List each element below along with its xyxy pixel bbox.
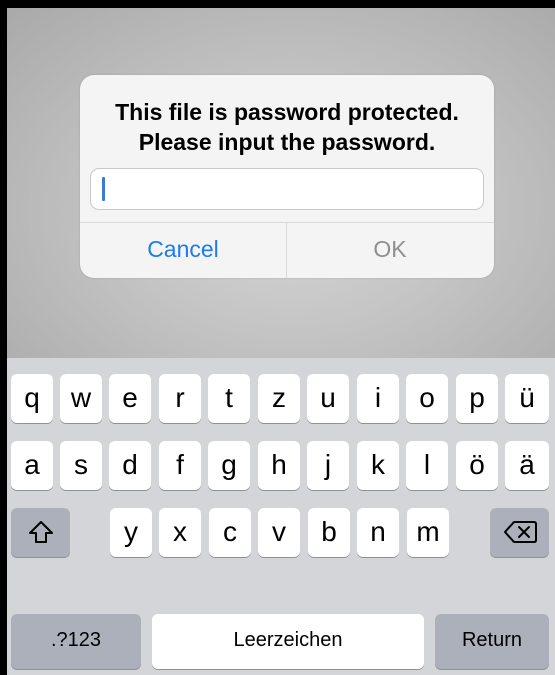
key-s[interactable]: s — [60, 441, 102, 490]
screen: This file is password protected. Please … — [7, 8, 555, 675]
key-n[interactable]: n — [357, 508, 399, 557]
password-input[interactable] — [90, 168, 484, 210]
key-u-umlaut[interactable]: ü — [505, 374, 549, 423]
key-c[interactable]: c — [209, 508, 251, 557]
shift-key[interactable] — [11, 508, 70, 557]
ok-button[interactable]: OK — [287, 223, 493, 278]
shift-icon — [28, 521, 53, 543]
key-m[interactable]: m — [407, 508, 449, 557]
return-key[interactable]: Return — [435, 614, 549, 669]
key-t[interactable]: t — [208, 374, 250, 423]
key-o[interactable]: o — [406, 374, 448, 423]
password-alert-dialog: This file is password protected. Please … — [80, 75, 494, 278]
cancel-button[interactable]: Cancel — [80, 223, 287, 278]
dialog-message-line-2: Please input the password. — [138, 129, 436, 155]
key-i[interactable]: i — [357, 374, 399, 423]
key-d[interactable]: d — [109, 441, 151, 490]
key-o-umlaut[interactable]: ö — [456, 441, 498, 490]
backspace-key[interactable] — [490, 508, 549, 557]
key-r[interactable]: r — [159, 374, 201, 423]
key-w[interactable]: w — [60, 374, 102, 423]
key-z[interactable]: z — [258, 374, 300, 423]
dialog-button-bar: Cancel OK — [80, 222, 494, 278]
text-caret — [102, 177, 105, 201]
keyboard: q w e r t z u i o p ü a s d f g h j k l … — [7, 358, 555, 675]
dialog-message: This file is password protected. Please … — [80, 97, 494, 157]
key-u[interactable]: u — [307, 374, 349, 423]
key-a-umlaut[interactable]: ä — [505, 441, 549, 490]
backspace-icon — [503, 521, 537, 543]
key-y[interactable]: y — [110, 508, 152, 557]
key-l[interactable]: l — [406, 441, 448, 490]
key-f[interactable]: f — [159, 441, 201, 490]
key-b[interactable]: b — [308, 508, 350, 557]
key-g[interactable]: g — [208, 441, 250, 490]
dialog-message-line-1: This file is password protected. — [115, 99, 459, 125]
key-j[interactable]: j — [307, 441, 349, 490]
space-key[interactable]: Leerzeichen — [152, 614, 424, 669]
key-v[interactable]: v — [258, 508, 300, 557]
key-a[interactable]: a — [11, 441, 53, 490]
key-q[interactable]: q — [11, 374, 53, 423]
key-p[interactable]: p — [456, 374, 498, 423]
key-e[interactable]: e — [109, 374, 151, 423]
key-x[interactable]: x — [159, 508, 201, 557]
numbers-key[interactable]: .?123 — [11, 614, 141, 669]
key-k[interactable]: k — [357, 441, 399, 490]
key-h[interactable]: h — [258, 441, 300, 490]
